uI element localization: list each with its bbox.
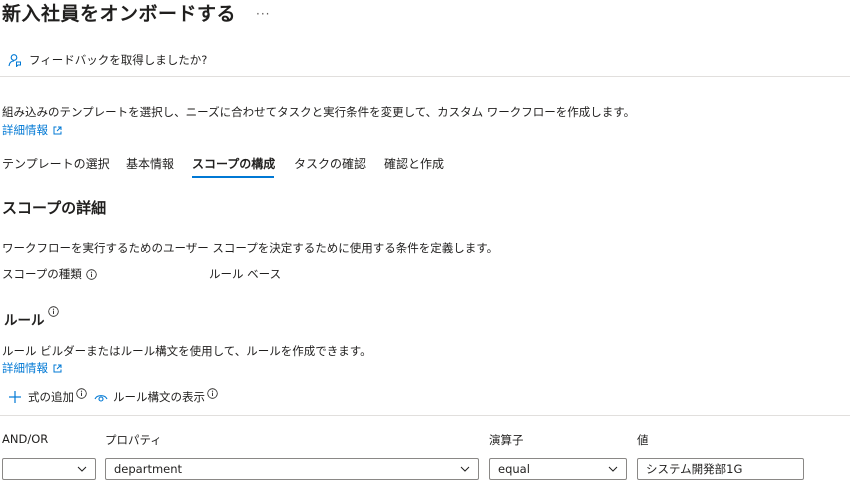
and-or-dropdown[interactable]	[2, 458, 96, 480]
show-syntax-label: ルール構文の表示	[113, 390, 205, 404]
operator-value: equal	[498, 462, 530, 476]
learn-more-label: 詳細情報	[2, 123, 48, 137]
intro-description: 組み込みのテンプレートを選択し、ニーズに合わせてタスクと実行条件を変更して、カス…	[2, 105, 636, 119]
divider	[0, 76, 850, 77]
scope-type-value: ルール ベース	[209, 267, 282, 281]
feedback-label: フィードバックを取得しましたか?	[29, 53, 208, 67]
info-icon[interactable]	[207, 387, 218, 399]
divider	[0, 415, 850, 416]
external-link-icon	[53, 126, 62, 134]
external-link-icon	[53, 364, 62, 372]
info-icon[interactable]	[47, 306, 59, 317]
learn-more-label: 詳細情報	[2, 361, 48, 375]
rules-learn-more-link[interactable]: 詳細情報	[2, 360, 62, 376]
feedback-link[interactable]: フィードバックを取得しましたか?	[8, 51, 207, 69]
show-rule-syntax-button[interactable]: ルール構文の表示	[94, 387, 218, 405]
page: 新入社員をオンボードする ··· フィードバックを取得しましたか? 組み込みのテ…	[0, 0, 850, 480]
tab-scope-config[interactable]: スコープの構成	[192, 155, 275, 172]
info-icon[interactable]	[86, 268, 97, 280]
title-row: 新入社員をオンボードする ···	[2, 0, 270, 25]
value-input[interactable]: システム開発部1G	[637, 458, 804, 480]
tab-review-create[interactable]: 確認と作成	[384, 155, 444, 172]
value-text: システム開発部1G	[646, 462, 743, 476]
chevron-down-icon	[77, 466, 87, 472]
column-header-value: 値	[637, 433, 649, 447]
rules-heading: ルール	[4, 306, 59, 329]
tab-review-tasks[interactable]: タスクの確認	[294, 155, 366, 172]
rules-heading-text: ルール	[4, 313, 45, 329]
column-header-operator: 演算子	[489, 433, 524, 447]
chevron-down-icon	[608, 466, 618, 472]
add-expression-button[interactable]: 式の追加	[8, 387, 87, 405]
column-header-property: プロパティ	[105, 433, 162, 447]
rules-description: ルール ビルダーまたはルール構文を使用して、ルールを作成できます。	[2, 344, 372, 358]
chevron-down-icon	[460, 466, 470, 472]
property-value: department	[114, 462, 183, 476]
more-options-button[interactable]: ···	[256, 7, 270, 21]
add-expression-label: 式の追加	[28, 390, 74, 404]
scope-heading: スコープの詳細	[2, 199, 107, 217]
tab-template-select[interactable]: テンプレートの選択	[2, 155, 110, 172]
page-title: 新入社員をオンボードする	[2, 2, 237, 25]
property-dropdown[interactable]: department	[105, 458, 479, 480]
scope-type-text: スコープの種類	[2, 267, 82, 281]
info-icon[interactable]	[76, 387, 87, 399]
column-header-and-or: AND/OR	[2, 432, 49, 446]
scope-type-label: スコープの種類	[2, 266, 97, 282]
tab-basics[interactable]: 基本情報	[126, 155, 174, 172]
operator-dropdown[interactable]: equal	[489, 458, 627, 480]
active-tab-indicator	[192, 176, 274, 178]
intro-learn-more-link[interactable]: 詳細情報	[2, 122, 62, 138]
scope-description: ワークフローを実行するためのユーザー スコープを決定するために使用する条件を定義…	[2, 241, 499, 255]
plus-icon	[9, 391, 21, 403]
eye-icon	[94, 395, 108, 402]
feedback-person-icon	[8, 54, 21, 67]
